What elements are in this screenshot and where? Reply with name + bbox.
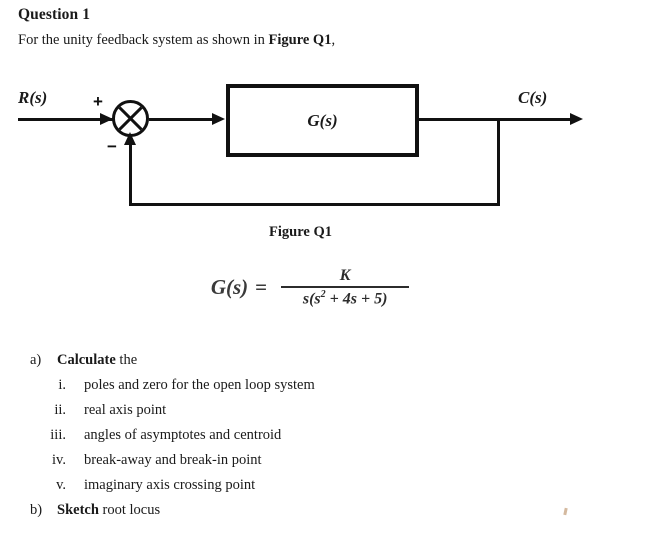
transfer-function-equation: G(s) = K s(s2 + 4s + 5) [0, 267, 620, 308]
worksheet-page: Question 1 For the unity feedback system… [0, 0, 658, 544]
plus-sign-label: + [93, 92, 103, 111]
intro-prefix: For the unity feedback system as shown i… [18, 32, 269, 48]
part-a-rest: the [115, 352, 138, 368]
sub-item-text-i: poles and zero for the open loop system [84, 377, 315, 393]
part-b-letter: b) [30, 502, 43, 518]
equation-numerator: K [339, 267, 351, 284]
output-arrowhead-icon [570, 113, 583, 125]
intro-sentence: For the unity feedback system as shown i… [18, 32, 335, 49]
feedback-arrowhead-icon [124, 132, 136, 145]
minus-sign-label: − [107, 137, 117, 156]
list-item: i. poles and zero for the open loop syst… [0, 377, 658, 402]
list-item: ii. real axis point [0, 402, 658, 427]
block-diagram: R(s) + − G(s) C(s) [0, 70, 658, 220]
part-a-heading: Calculate the [57, 352, 137, 369]
feedback-wire-horizontal [129, 203, 500, 206]
part-b-row: b) Sketch root locus [0, 502, 658, 527]
list-item: iii. angles of asymptotes and centroid [0, 427, 658, 452]
sub-item-number-iii: iii. [50, 427, 66, 443]
intro-suffix: , [331, 32, 336, 48]
intro-figure-reference: Figure Q1 [268, 32, 332, 48]
equation-denominator: s(s2 + 4s + 5) [303, 288, 388, 308]
feedback-wire-vertical-left [129, 145, 132, 203]
sub-item-text-iv: break-away and break-in point [84, 452, 262, 468]
sub-item-number-i: i. [58, 377, 66, 393]
sub-item-text-iii: angles of asymptotes and centroid [84, 427, 282, 443]
figure-caption: Figure Q1 [269, 224, 332, 240]
transfer-function-block: G(s) [226, 84, 419, 157]
sub-item-text-v: imaginary axis crossing point [84, 477, 256, 493]
input-signal-label: R(s) [18, 88, 48, 107]
equation-fraction: K s(s2 + 4s + 5) [281, 267, 410, 308]
sub-item-text-ii: real axis point [84, 402, 167, 418]
part-b-verb: Sketch [57, 502, 99, 518]
sub-item-number-iv: iv. [52, 452, 66, 468]
denominator-main: s(s [302, 290, 321, 308]
part-a-row: a) Calculate the [0, 352, 658, 377]
part-a-verb: Calculate [57, 352, 116, 368]
part-a-letter: a) [30, 352, 42, 368]
output-signal-label: C(s) [518, 88, 548, 107]
equation-left-hand-side: G(s) [210, 275, 249, 300]
list-item: iv. break-away and break-in point [0, 452, 658, 477]
feedback-wire-vertical-right [497, 117, 500, 206]
part-b-rest: root locus [98, 502, 161, 518]
block-input-arrowhead-icon [212, 113, 225, 125]
part-b-heading: Sketch root locus [57, 502, 160, 519]
denominator-rest: + 4s + 5) [325, 290, 388, 308]
sub-item-number-v: v. [56, 477, 66, 493]
page-title: Question 1 [18, 6, 91, 23]
equation-equals-sign: = [255, 275, 268, 300]
list-item: v. imaginary axis crossing point [0, 477, 658, 502]
error-wire [149, 117, 216, 121]
sub-item-number-ii: ii. [54, 402, 66, 418]
question-parts-list: a) Calculate the i. poles and zero for t… [0, 352, 658, 527]
transfer-function-block-label: G(s) [307, 110, 338, 130]
